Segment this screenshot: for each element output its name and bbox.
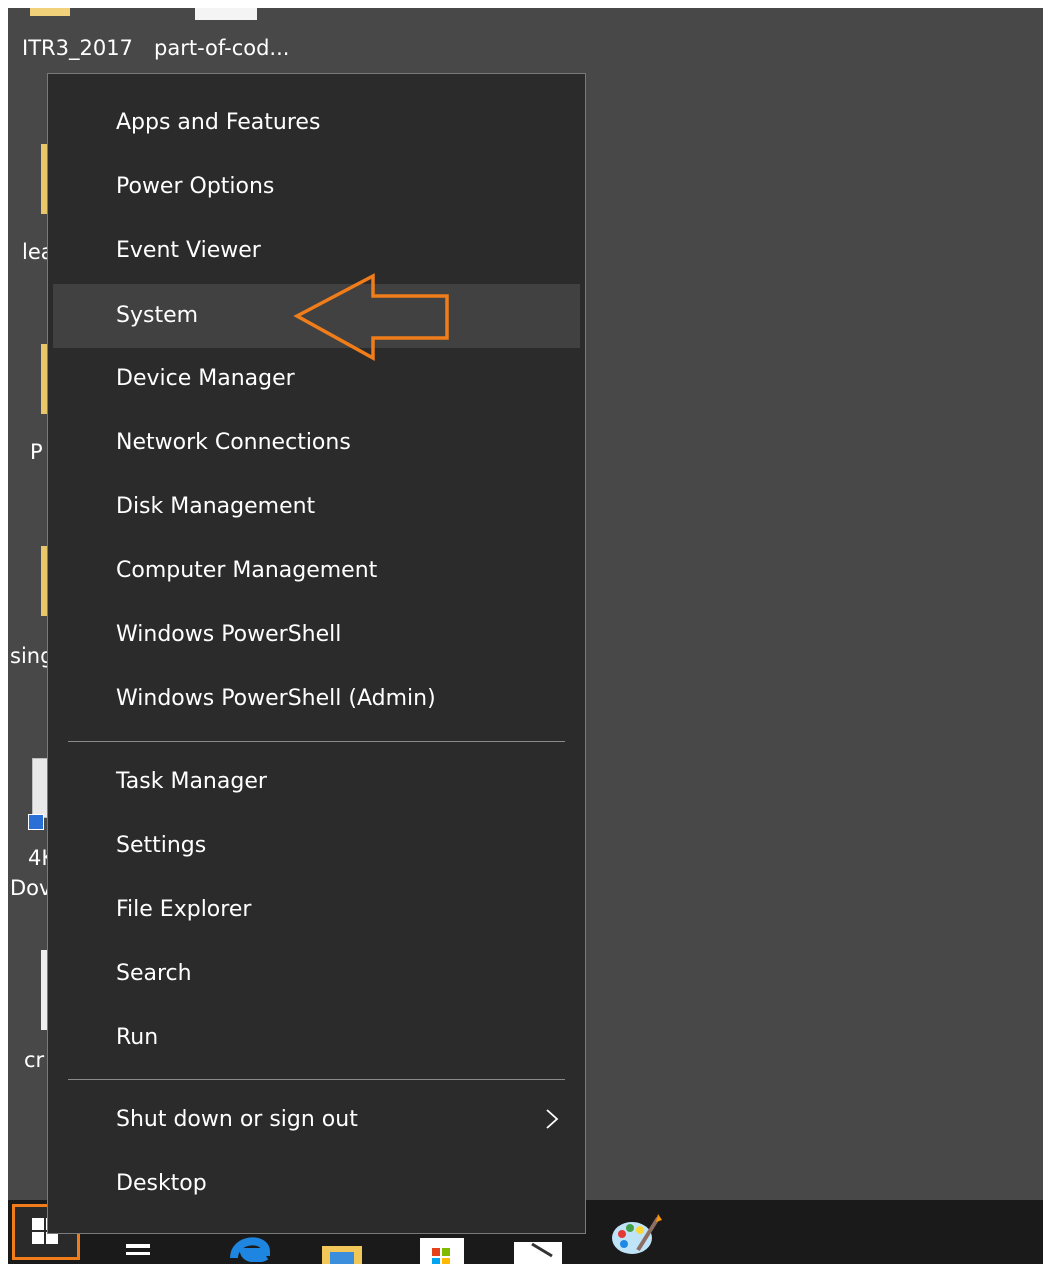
menu-item-task-manager[interactable]: Task Manager <box>53 750 580 814</box>
chevron-right-icon <box>546 1109 559 1129</box>
menu-item-windows-powershell[interactable]: Windows PowerShell <box>53 603 580 667</box>
desktop-icon-label-cr[interactable]: cr <box>24 1048 44 1072</box>
menu-item-shut-down-or-sign-out[interactable]: Shut down or sign out <box>53 1088 580 1152</box>
folder-icon[interactable] <box>30 8 70 16</box>
menu-item-desktop[interactable]: Desktop <box>53 1152 580 1216</box>
menu-item-apps-and-features[interactable]: Apps and Features <box>53 91 580 155</box>
shortcut-arrow-icon <box>28 814 44 830</box>
annotation-arrow-icon <box>293 273 449 361</box>
desktop-icon-label-p[interactable]: P <box>30 440 43 464</box>
menu-separator <box>68 1079 565 1080</box>
menu-item-network-connections[interactable]: Network Connections <box>53 411 580 475</box>
desktop-icon-label-dov[interactable]: Dov <box>10 876 51 900</box>
menu-separator <box>68 741 565 742</box>
file-icon[interactable] <box>195 8 257 20</box>
desktop-icon-label-part-of-code[interactable]: part-of-cod... <box>154 36 289 60</box>
menu-item-power-options[interactable]: Power Options <box>53 155 580 219</box>
menu-item-search[interactable]: Search <box>53 942 580 1006</box>
menu-item-windows-powershell-admin[interactable]: Windows PowerShell (Admin) <box>53 667 580 731</box>
menu-item-file-explorer[interactable]: File Explorer <box>53 878 580 942</box>
paint-icon[interactable] <box>608 1210 664 1260</box>
menu-item-computer-management[interactable]: Computer Management <box>53 539 580 603</box>
menu-item-run[interactable]: Run <box>53 1006 580 1070</box>
menu-item-settings[interactable]: Settings <box>53 814 580 878</box>
menu-item-disk-management[interactable]: Disk Management <box>53 475 580 539</box>
desktop-icon-label-itr3[interactable]: ITR3_2017 <box>22 36 133 60</box>
menu-item-label: Shut down or sign out <box>116 1107 358 1132</box>
document-icon[interactable] <box>32 758 48 818</box>
power-user-menu: Apps and Features Power Options Event Vi… <box>47 73 586 1234</box>
